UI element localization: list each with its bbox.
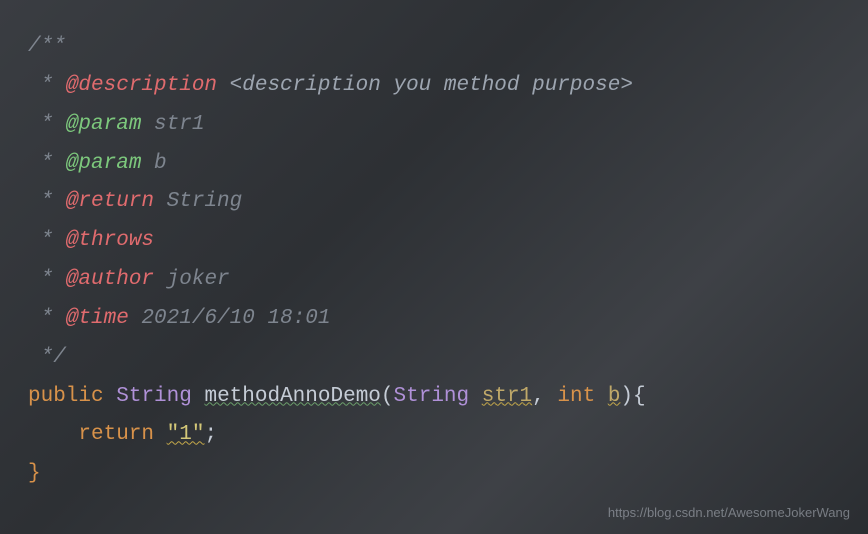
return-line: * @return String bbox=[28, 183, 868, 222]
paren-close: ) bbox=[620, 385, 633, 408]
description-line: * @description <description you method p… bbox=[28, 67, 868, 106]
keyword-public: public bbox=[28, 385, 104, 408]
param-tag: @param bbox=[66, 113, 142, 136]
comment-star: * bbox=[28, 152, 66, 175]
semicolon: ; bbox=[204, 423, 217, 446]
description-tag: @description bbox=[66, 74, 217, 97]
time-val: 2021/6/10 18:01 bbox=[129, 307, 331, 330]
comment-open-line: /** bbox=[28, 28, 868, 67]
type-string: String bbox=[116, 385, 192, 408]
param-str1: str1 bbox=[482, 385, 532, 408]
brace-close: } bbox=[28, 462, 41, 485]
comment-star: * bbox=[28, 307, 66, 330]
comment-open: /** bbox=[28, 35, 66, 58]
watermark-text: https://blog.csdn.net/AwesomeJokerWang bbox=[608, 505, 850, 520]
param1-name: str1 bbox=[141, 113, 204, 136]
time-line: * @time 2021/6/10 18:01 bbox=[28, 300, 868, 339]
param-b: b bbox=[608, 385, 621, 408]
comment-star: * bbox=[28, 268, 66, 291]
code-editor: /** * @description <description you meth… bbox=[28, 28, 868, 494]
author-tag: @author bbox=[66, 268, 154, 291]
paren-open: ( bbox=[381, 385, 394, 408]
brace-open: { bbox=[633, 385, 646, 408]
brace-close-line: } bbox=[28, 455, 868, 494]
param1-line: * @param str1 bbox=[28, 106, 868, 145]
author-line: * @author joker bbox=[28, 261, 868, 300]
keyword-int: int bbox=[557, 385, 595, 408]
param-tag: @param bbox=[66, 152, 142, 175]
time-tag: @time bbox=[66, 307, 129, 330]
param2-name: b bbox=[141, 152, 166, 175]
author-val: joker bbox=[154, 268, 230, 291]
method-name: methodAnnoDemo bbox=[204, 385, 380, 408]
comment-star: * bbox=[28, 190, 66, 213]
string-literal: "1" bbox=[167, 423, 205, 446]
param2-line: * @param b bbox=[28, 145, 868, 184]
comment-close: */ bbox=[28, 346, 66, 369]
comment-star: * bbox=[28, 229, 66, 252]
description-placeholder: <description you method purpose> bbox=[217, 74, 633, 97]
comment-close-line: */ bbox=[28, 339, 868, 378]
method-signature-line: public String methodAnnoDemo(String str1… bbox=[28, 378, 868, 417]
comment-star: * bbox=[28, 113, 66, 136]
throws-tag: @throws bbox=[66, 229, 154, 252]
return-type: String bbox=[154, 190, 242, 213]
comma: , bbox=[532, 385, 557, 408]
throws-line: * @throws bbox=[28, 222, 868, 261]
keyword-return: return bbox=[78, 423, 154, 446]
return-tag: @return bbox=[66, 190, 154, 213]
param-type-string: String bbox=[394, 385, 470, 408]
return-statement-line: return "1"; bbox=[28, 416, 868, 455]
comment-star: * bbox=[28, 74, 66, 97]
